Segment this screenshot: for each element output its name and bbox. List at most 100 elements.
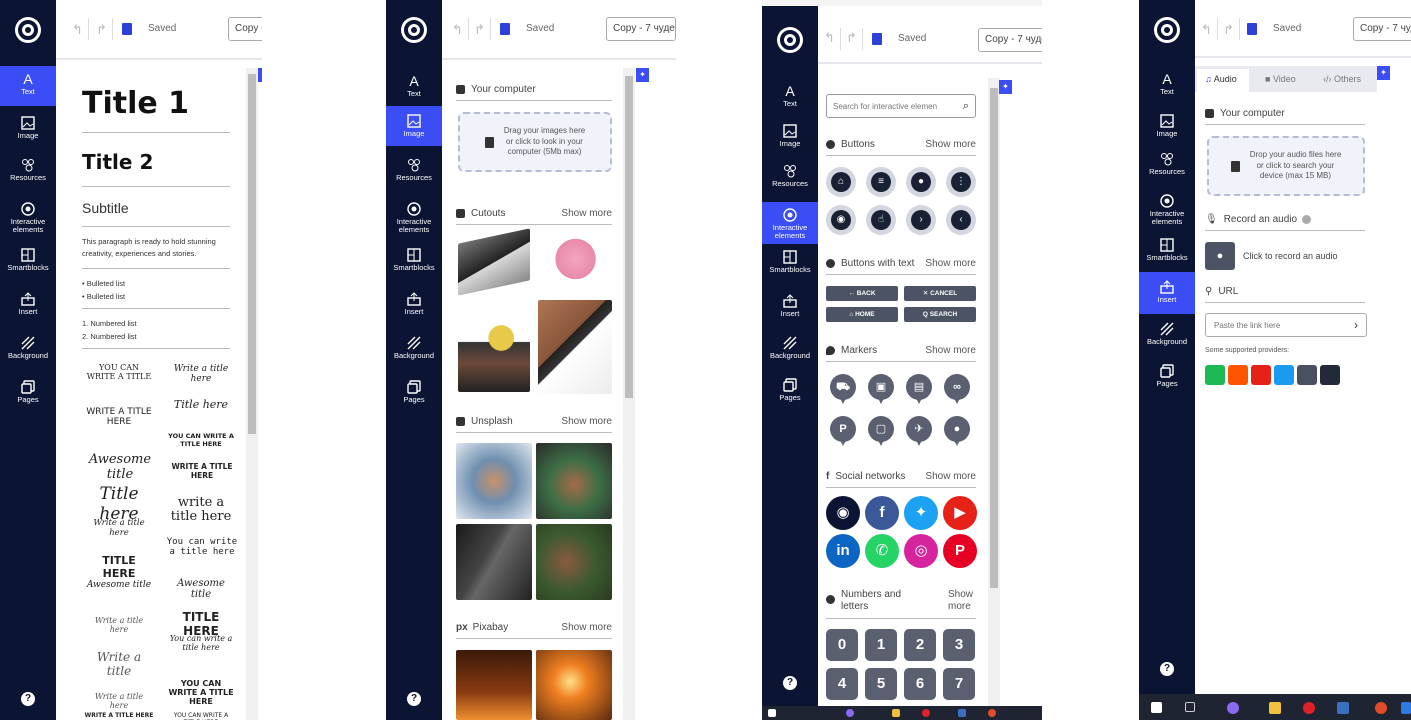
sidebar-item-background[interactable]: Background (386, 336, 442, 360)
unsplash-photo[interactable] (456, 524, 532, 600)
sidebar-item-insert[interactable]: Insert (762, 294, 818, 318)
sidebar-item-insert[interactable]: Insert (0, 292, 56, 316)
scrollbar[interactable] (988, 78, 1000, 706)
sidebar-item-image[interactable]: Image (1139, 114, 1195, 138)
save-icon[interactable] (122, 23, 132, 35)
pin-icon[interactable]: ✦ (999, 80, 1012, 94)
scrollbar[interactable] (623, 68, 635, 720)
audio-upload-dropzone[interactable]: Drop your audio files here or click to se… (1207, 136, 1365, 196)
sidebar-item-background[interactable]: Background (1139, 322, 1195, 346)
help-icon[interactable]: ? (21, 692, 35, 706)
sidebar-item-insert[interactable]: Insert (386, 292, 442, 316)
help-icon[interactable]: ? (783, 676, 797, 690)
redo-icon[interactable]: ↱ (846, 30, 857, 46)
title-template[interactable]: Awesome title (80, 452, 160, 482)
title-template[interactable]: Awesome title (168, 578, 234, 600)
help-icon[interactable]: ? (407, 692, 421, 706)
title-template[interactable]: WRITE A TITLE HERE (164, 462, 240, 480)
document-title-input[interactable]: Copy - 7 чуде (978, 28, 1042, 52)
taskbar-app-icon[interactable] (958, 709, 966, 717)
title-template[interactable]: YOU CAN WRITE A TITLE HERE (166, 679, 236, 706)
undo-icon[interactable]: ↰ (452, 22, 463, 38)
soundcloud-icon[interactable] (1228, 365, 1248, 385)
sidebar-item-smartblocks[interactable]: Smartblocks (1139, 238, 1195, 262)
title-template[interactable]: YOU CAN WRITE A TITLE (86, 363, 152, 382)
back-text-button[interactable]: ← BACK (826, 286, 898, 301)
piggy-bank-image[interactable] (554, 234, 602, 284)
save-icon[interactable] (872, 33, 882, 45)
url-field[interactable]: › (1205, 313, 1367, 337)
save-icon[interactable] (1247, 23, 1257, 35)
search-input[interactable] (833, 101, 957, 111)
sidebar-item-image[interactable]: Image (762, 124, 818, 148)
sidebar-item-interactive[interactable]: Interactive elements (762, 202, 818, 244)
tab-others[interactable]: ‹/› Others (1323, 74, 1361, 84)
show-more-link[interactable]: Show more (561, 208, 612, 219)
mixcloud-icon[interactable] (1297, 365, 1317, 385)
prev-button-element[interactable]: ‹ (946, 205, 976, 235)
sidebar-item-resources[interactable]: Resources (386, 158, 442, 182)
bulleted-list-template[interactable]: • Bulleted list • Bulleted list (82, 278, 125, 304)
sidebar-item-pages[interactable]: Pages (386, 380, 442, 404)
sidebar-item-resources[interactable]: Resources (762, 164, 818, 188)
number-element[interactable]: 6 (904, 668, 936, 700)
sidebar-item-smartblocks[interactable]: Smartblocks (0, 248, 56, 272)
number-element[interactable]: 7 (943, 668, 975, 700)
sidebar-item-image[interactable]: Image (386, 106, 442, 146)
redo-icon[interactable]: ↱ (96, 22, 107, 38)
number-element[interactable]: 0 (826, 629, 858, 661)
number-element[interactable]: 1 (865, 629, 897, 661)
title-template[interactable]: Write a title here (86, 616, 152, 634)
record-audio-label[interactable]: Click to record an audio (1243, 251, 1338, 261)
cancel-text-button[interactable]: ✕ CANCEL (904, 286, 976, 301)
show-more-link[interactable]: Show more (925, 471, 976, 482)
show-more-link[interactable]: Show more (925, 345, 976, 356)
unsplash-photo[interactable] (456, 443, 532, 519)
undo-icon[interactable]: ↰ (72, 22, 83, 38)
sidebar-item-text[interactable]: A Text (386, 74, 442, 98)
location-button-element[interactable]: ◉ (826, 205, 856, 235)
number-element[interactable]: 3 (943, 629, 975, 661)
facebook-social-button[interactable]: f (865, 496, 899, 530)
numbered-list-template[interactable]: 1. Numbered list 2. Numbered list (82, 318, 137, 344)
sidebar-item-interactive[interactable]: Interactive elements (386, 202, 442, 234)
redo-icon[interactable]: ↱ (474, 22, 485, 38)
show-more-link[interactable]: Show more (948, 589, 976, 613)
record-audio-button[interactable]: ● (1205, 242, 1235, 270)
genially-social-button[interactable]: ◉ (826, 496, 860, 530)
sidebar-item-resources[interactable]: Resources (1139, 152, 1195, 176)
linkedin-social-button[interactable]: in (826, 534, 860, 568)
title-template[interactable]: Write a title (86, 650, 152, 678)
more-button-element[interactable]: ⋮ (946, 167, 976, 197)
windows-start-icon[interactable] (1151, 702, 1162, 713)
deezer-icon[interactable] (1274, 365, 1294, 385)
sidebar-item-pages[interactable]: Pages (762, 378, 818, 402)
sidebar-item-interactive[interactable]: Interactive elements (1139, 194, 1195, 226)
pointer-button-element[interactable]: ☝ (866, 205, 896, 235)
bike-marker[interactable]: ∞ (944, 374, 970, 404)
title-template[interactable]: WRITE A TITLE HERE (82, 712, 156, 719)
sidebar-item-text[interactable]: A Text (0, 66, 56, 106)
spotify-icon[interactable] (1205, 365, 1225, 385)
taskbar-app-icon[interactable] (1401, 702, 1411, 714)
chevron-right-icon[interactable]: › (1354, 318, 1358, 332)
chrome-icon[interactable] (1375, 702, 1387, 714)
eye-button-element[interactable]: ● (906, 167, 936, 197)
title-template[interactable]: write a title here (168, 495, 234, 525)
pin-icon[interactable]: ✦ (1377, 66, 1390, 80)
show-more-link[interactable]: Show more (561, 416, 612, 427)
title-template[interactable]: You can write a title here (164, 537, 240, 558)
show-more-link[interactable]: Show more (925, 139, 976, 150)
tab-audio[interactable]: ♫ Audio (1197, 69, 1249, 92)
youtube-icon[interactable] (1251, 365, 1271, 385)
title-template[interactable]: Title here (168, 398, 234, 411)
unsplash-photo[interactable] (536, 443, 612, 519)
title-template[interactable]: Awesome title (86, 580, 152, 590)
sidebar-item-pages[interactable]: Pages (1139, 364, 1195, 388)
car-marker[interactable]: ⛟ (830, 374, 856, 404)
show-more-link[interactable]: Show more (925, 258, 976, 269)
title-template[interactable]: You can write a title here (168, 634, 234, 652)
undo-icon[interactable]: ↰ (1201, 22, 1212, 38)
document-title-input[interactable]: Copy - 7 чудес (1353, 17, 1411, 41)
title-template[interactable]: YOU CAN WRITE A TITLE HERE (166, 712, 236, 720)
